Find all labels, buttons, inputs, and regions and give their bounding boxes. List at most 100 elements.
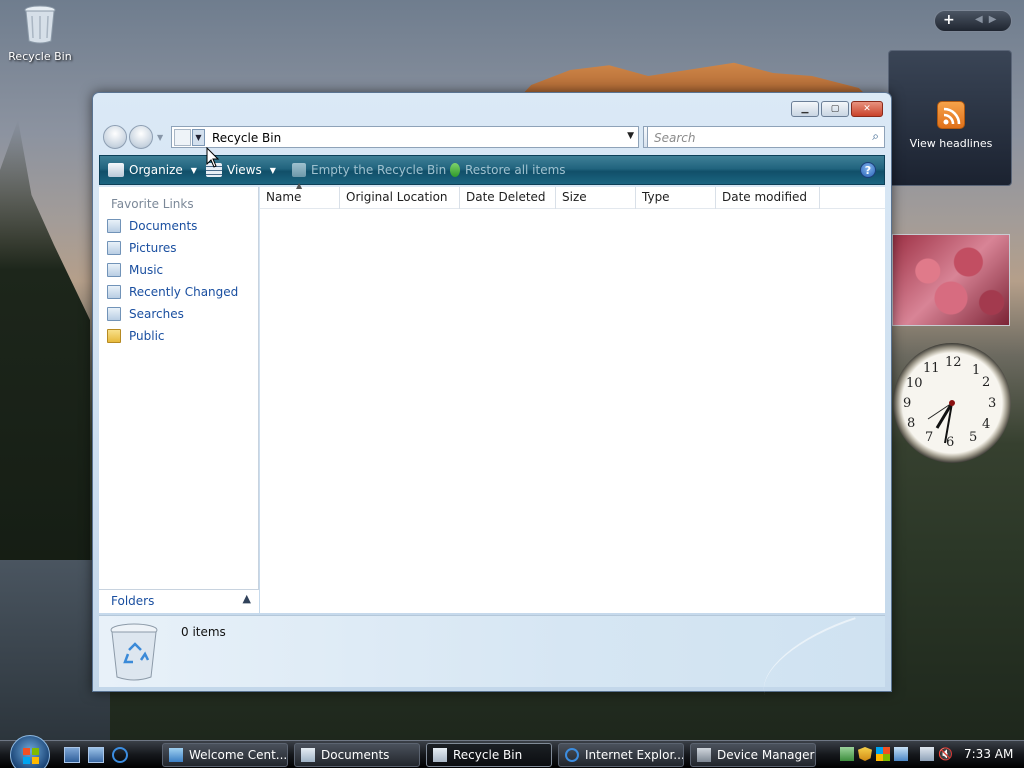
mouse-cursor-icon	[206, 147, 220, 168]
desktop-recycle-bin-label: Recycle Bin	[8, 50, 72, 63]
wallpaper-trees	[0, 120, 90, 620]
public-folder-icon	[107, 329, 121, 343]
nav-link-label: Documents	[129, 219, 198, 233]
nav-link-recently-changed[interactable]: Recently Changed	[107, 285, 238, 299]
empty-bin-icon	[292, 163, 306, 177]
sidebar-arrows-icon[interactable]: ◀▶	[975, 14, 1002, 25]
column-header-label: Date Deleted	[466, 190, 546, 204]
documents-icon	[107, 219, 121, 233]
nav-link-pictures[interactable]: Pictures	[107, 241, 177, 255]
nav-link-searches[interactable]: Searches	[107, 307, 184, 321]
favorite-links-header: Favorite Links	[111, 197, 194, 211]
views-label: Views	[227, 163, 262, 177]
sync-icon[interactable]	[894, 747, 908, 761]
system-clock[interactable]: 7:33 AM	[964, 747, 1013, 761]
column-header-original-location[interactable]: Original Location	[340, 187, 460, 209]
taskbar-button-label: Documents	[321, 748, 390, 762]
restore-all-items-button[interactable]: Restore all items	[450, 163, 566, 177]
add-gadget-icon[interactable]: +	[943, 12, 955, 28]
address-segment-dropdown-icon[interactable]: ▼	[192, 129, 205, 146]
address-history-dropdown-icon[interactable]: ▼	[627, 131, 634, 141]
network-connection-icon[interactable]	[920, 747, 934, 761]
maximize-icon: ▢	[830, 104, 840, 114]
nav-link-label: Pictures	[129, 241, 177, 255]
folders-toggle[interactable]: Folders ▲	[99, 589, 259, 613]
switch-windows-icon[interactable]	[88, 747, 104, 763]
recycle-bin-icon	[23, 4, 57, 44]
security-shield-icon[interactable]	[858, 747, 872, 761]
slideshow-gadget[interactable]	[892, 234, 1010, 326]
recycle-bin-window: ▁ ▢ ✕ ▼ ▼ Recycle Bin ▼ ↻ Search ⌕ Organ…	[92, 92, 892, 695]
taskbar-button-internet-explorer[interactable]: Internet Explor...	[558, 743, 684, 767]
nav-link-documents[interactable]: Documents	[107, 219, 197, 233]
nav-link-label: Music	[129, 263, 164, 277]
empty-recycle-bin-label: Empty the Recycle Bin	[311, 163, 447, 177]
desktop-recycle-bin[interactable]: Recycle Bin	[4, 4, 76, 63]
feed-headlines-gadget[interactable]: View headlines	[888, 50, 1012, 186]
sidebar-controls[interactable]: + ◀▶	[934, 10, 1012, 32]
internet-explorer-icon	[565, 748, 579, 762]
column-header-date-modified[interactable]: Date modified	[716, 187, 820, 209]
minimize-icon: ▁	[801, 104, 809, 114]
column-header-type[interactable]: Type	[636, 187, 716, 209]
column-header-label: Size	[562, 190, 587, 204]
nav-link-label: Public	[129, 329, 165, 343]
search-icon[interactable]: ⌕	[872, 129, 879, 144]
taskbar-button-device-manager[interactable]: Device Manager	[690, 743, 816, 767]
address-bar[interactable]: ▼ Recycle Bin ▼	[171, 126, 639, 148]
clock-number: 2	[982, 375, 991, 390]
help-button[interactable]: ?	[860, 162, 876, 178]
start-button[interactable]	[10, 735, 50, 768]
documents-icon	[301, 748, 315, 762]
item-count: 0 items	[181, 625, 226, 639]
recently-changed-icon	[107, 285, 121, 299]
volume-muted-icon[interactable]: 🔇	[938, 747, 953, 761]
forward-button[interactable]	[129, 125, 153, 149]
recycle-bin-small-icon	[174, 129, 191, 146]
clock-number: 9	[903, 396, 912, 411]
sort-ascending-icon: ▲	[296, 181, 303, 190]
back-button[interactable]	[103, 125, 127, 149]
minimize-button[interactable]: ▁	[791, 101, 819, 117]
internet-explorer-icon[interactable]	[112, 747, 128, 763]
column-headers: ▲ Name Original Location Date Deleted Si…	[260, 181, 885, 209]
network-icon[interactable]	[840, 747, 854, 761]
empty-recycle-bin-button[interactable]: Empty the Recycle Bin	[292, 163, 446, 177]
taskbar-button-label: Recycle Bin	[453, 748, 523, 762]
taskbar-button-label: Welcome Cent...	[189, 748, 288, 762]
clock-number: 1	[972, 363, 981, 378]
column-header-size[interactable]: Size	[556, 187, 636, 209]
nav-link-music[interactable]: Music	[107, 263, 163, 277]
windows-update-icon[interactable]	[876, 747, 890, 761]
navigation-pane: Favorite Links Documents Pictures Music …	[99, 187, 259, 613]
chevron-up-icon: ▲	[242, 592, 251, 605]
taskbar-button-welcome-center[interactable]: Welcome Cent...	[162, 743, 288, 767]
clock-number: 3	[988, 396, 997, 411]
maximize-button[interactable]: ▢	[821, 101, 849, 117]
chevron-down-icon: ▼	[269, 165, 276, 175]
clock-gadget[interactable]: 12 1 2 3 4 5 6 7 8 9 10 11	[893, 343, 1011, 463]
restore-icon	[450, 163, 460, 177]
column-header-date-deleted[interactable]: Date Deleted	[460, 187, 556, 209]
clock-number: 8	[907, 416, 916, 431]
window-controls: ▁ ▢ ✕	[791, 101, 883, 117]
column-header-label: Name	[266, 190, 302, 204]
taskbar-button-recycle-bin[interactable]: Recycle Bin	[426, 743, 552, 767]
close-button[interactable]: ✕	[851, 101, 883, 117]
column-header-label: Original Location	[346, 190, 448, 204]
recent-pages-dropdown-icon[interactable]: ▼	[157, 133, 163, 142]
clock-number: 10	[906, 376, 923, 391]
address-text: Recycle Bin	[212, 131, 282, 145]
system-tray: 🔇 7:33 AM	[836, 743, 1024, 767]
column-header-label: Date modified	[722, 190, 808, 204]
organize-label: Organize	[129, 163, 183, 177]
taskbar-button-documents[interactable]: Documents	[294, 743, 420, 767]
rss-feed-icon	[937, 101, 965, 129]
nav-link-public[interactable]: Public	[107, 329, 165, 343]
organize-button[interactable]: Organize ▼	[108, 163, 197, 177]
music-icon	[107, 263, 121, 277]
file-list[interactable]: ▲ Name Original Location Date Deleted Si…	[260, 181, 885, 613]
column-header-name[interactable]: ▲ Name	[260, 181, 340, 209]
search-input[interactable]: Search ⌕	[647, 126, 885, 148]
show-desktop-icon[interactable]	[64, 747, 80, 763]
